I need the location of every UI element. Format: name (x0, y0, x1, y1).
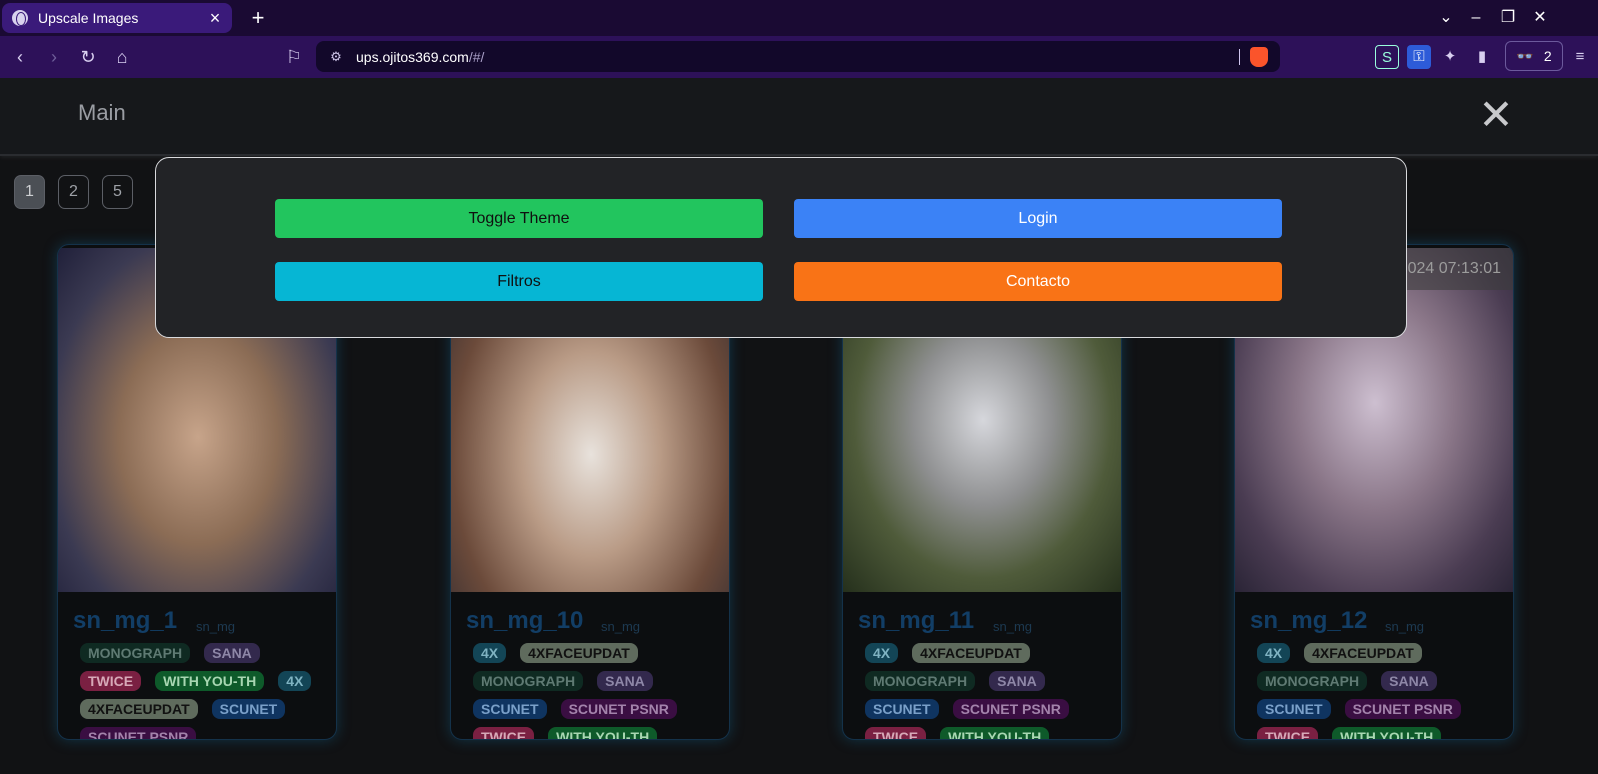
tag[interactable]: TWICE (1257, 727, 1319, 739)
close-menu-icon[interactable]: ✕ (1476, 90, 1516, 140)
tag[interactable]: TWICE (473, 727, 535, 739)
tag[interactable]: SCUNET PSNR (560, 699, 677, 719)
menu-icon[interactable]: ≡ (1568, 45, 1592, 69)
tag-list: MONOGRAPH SANA TWICE WITH YOU-TH 4X 4XFA… (80, 643, 330, 739)
browser-toolbar: ‹ › ↻ ⌂ ⚐ ⚙ ups.ojitos369.com/#/ S ⚿ ✦ ▮… (0, 36, 1598, 78)
page-button[interactable]: 2 (58, 175, 89, 209)
tag[interactable]: 4X (278, 671, 312, 691)
tag[interactable]: 4XFACEUPDAT (520, 643, 638, 663)
tag[interactable]: SCUNET PSNR (1344, 699, 1461, 719)
tag[interactable]: 4X (865, 643, 899, 663)
brave-shields-icon[interactable] (1250, 46, 1268, 67)
app-header: Main ✕ (0, 78, 1598, 156)
tag[interactable]: MONOGRAPH (80, 643, 191, 663)
card-subtitle: sn_mg (601, 619, 641, 634)
filters-button[interactable]: Filtros (275, 262, 763, 301)
tag[interactable]: SANA (597, 671, 653, 691)
tag[interactable]: MONOGRAPH (473, 671, 584, 691)
minimize-icon[interactable]: – (1462, 6, 1490, 30)
tag[interactable]: WITH YOU-TH (1332, 727, 1442, 739)
tag[interactable]: SANA (1381, 671, 1437, 691)
tag[interactable]: TWICE (80, 671, 142, 691)
glasses-icon: 👓 (1516, 47, 1534, 64)
tag-list: 4X 4XFACEUPDAT MONOGRAPH SANA SCUNET SCU… (473, 643, 723, 739)
forward-icon[interactable]: › (40, 43, 68, 71)
site-settings-icon[interactable]: ⚙ (316, 49, 356, 65)
tag[interactable]: SCUNET (865, 699, 939, 719)
tag[interactable]: SCUNET PSNR (952, 699, 1069, 719)
chevron-down-icon[interactable]: ⌄ (1432, 6, 1460, 30)
url-text[interactable]: ups.ojitos369.com/#/ (356, 49, 1239, 65)
tag[interactable]: 4XFACEUPDAT (912, 643, 1030, 663)
browser-tab[interactable]: Upscale Images × (2, 3, 232, 33)
extension-shield-icon[interactable]: ⚿ (1407, 45, 1431, 69)
vpn-button[interactable]: 👓 2 (1505, 41, 1563, 71)
tag[interactable]: SCUNET (1257, 699, 1331, 719)
tag[interactable]: SANA (989, 671, 1045, 691)
tag[interactable]: 4XFACEUPDAT (80, 699, 198, 719)
toggle-theme-button[interactable]: Toggle Theme (275, 199, 763, 238)
tab-title: Upscale Images (38, 10, 139, 26)
card-subtitle: sn_mg (196, 619, 236, 634)
timestamp: 024 07:13:01 (1395, 248, 1513, 290)
brand-link[interactable]: Main (78, 100, 126, 126)
tag[interactable]: SCUNET (211, 699, 286, 719)
tag[interactable]: SANA (204, 643, 260, 663)
reload-icon[interactable]: ↻ (74, 43, 102, 71)
address-bar[interactable]: ⚙ ups.ojitos369.com/#/ (316, 41, 1280, 72)
tag[interactable]: SCUNET PSNR (80, 727, 197, 739)
tag[interactable]: WITH YOU-TH (548, 727, 658, 739)
home-icon[interactable]: ⌂ (108, 43, 136, 71)
card-subtitle: sn_mg (993, 619, 1033, 634)
vpn-count: 2 (1543, 48, 1552, 64)
card-title: sn_mg_10 (466, 607, 584, 634)
browser-tab-bar: Upscale Images × + ⌄ – ❐ ✕ (0, 0, 1598, 36)
tag[interactable]: WITH YOU-TH (940, 727, 1050, 739)
close-window-icon[interactable]: ✕ (1526, 6, 1554, 30)
back-icon[interactable]: ‹ (6, 43, 34, 71)
close-tab-icon[interactable]: × (204, 8, 226, 29)
tag[interactable]: SCUNET (473, 699, 547, 719)
tag[interactable]: MONOGRAPH (865, 671, 976, 691)
contact-button[interactable]: Contacto (794, 262, 1282, 301)
sidebar-icon[interactable]: ▮ (1470, 45, 1494, 69)
card-title: sn_mg_12 (1250, 607, 1368, 634)
restore-icon[interactable]: ❐ (1494, 6, 1522, 30)
globe-icon (12, 10, 28, 26)
page-button[interactable]: 1 (14, 175, 45, 209)
tag[interactable]: 4X (473, 643, 507, 663)
tag[interactable]: 4XFACEUPDAT (1304, 643, 1422, 663)
menu-modal: Toggle Theme Login Filtros Contacto (155, 157, 1407, 338)
tag[interactable]: WITH YOU-TH (155, 671, 265, 691)
pagination: 1 2 5 (14, 175, 133, 209)
card-subtitle: sn_mg (1385, 619, 1425, 634)
login-button[interactable]: Login (794, 199, 1282, 238)
extensions-puzzle-icon[interactable]: ✦ (1438, 45, 1462, 69)
tag-list: 4X 4XFACEUPDAT MONOGRAPH SANA SCUNET SCU… (1257, 643, 1507, 739)
tag[interactable]: 4X (1257, 643, 1291, 663)
tag[interactable]: TWICE (865, 727, 927, 739)
tag[interactable]: MONOGRAPH (1257, 671, 1368, 691)
bookmark-icon[interactable]: ⚐ (280, 43, 308, 71)
page-button[interactable]: 5 (102, 175, 133, 209)
extension-s-icon[interactable]: S (1375, 45, 1399, 69)
tag-list: 4X 4XFACEUPDAT MONOGRAPH SANA SCUNET SCU… (865, 643, 1115, 739)
card-title: sn_mg_1 (73, 607, 178, 634)
new-tab-button[interactable]: + (244, 4, 272, 32)
card-title: sn_mg_11 (858, 607, 975, 634)
